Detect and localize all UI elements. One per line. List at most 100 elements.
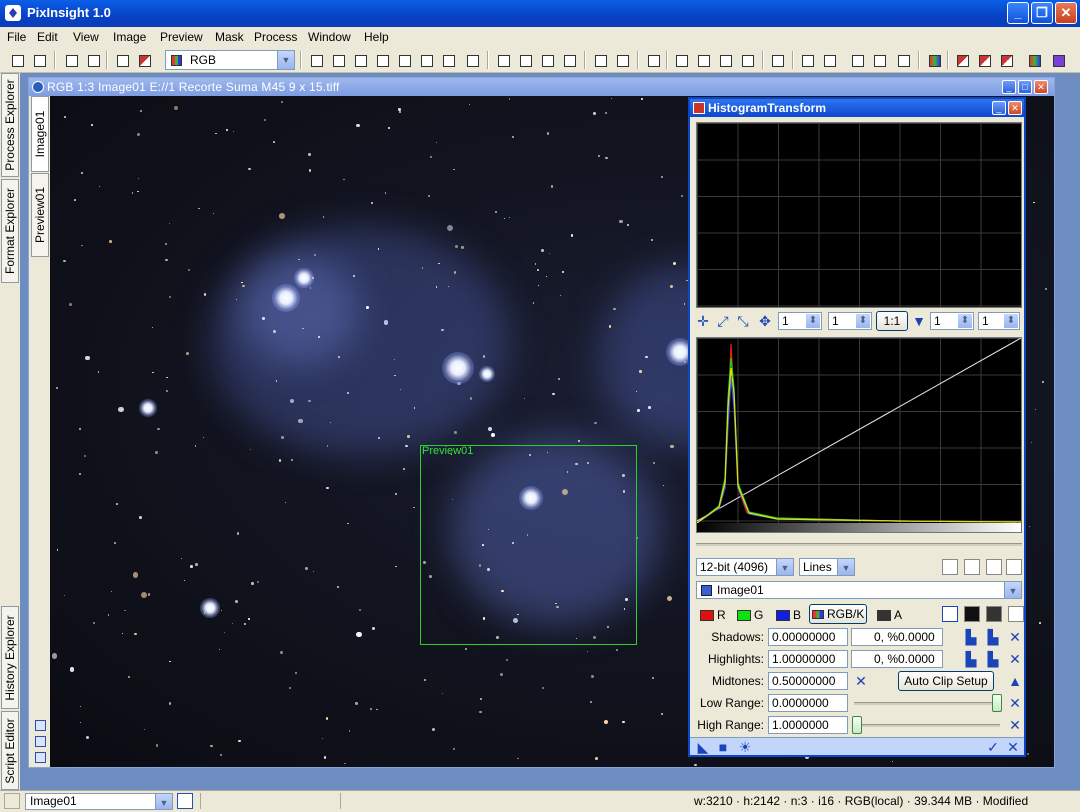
log-scale-icon[interactable] — [942, 559, 958, 575]
high-range-slider-thumb[interactable] — [852, 716, 862, 734]
tab-preview01[interactable]: Preview01 — [31, 173, 49, 257]
shadows-input[interactable]: 0.00000000 — [768, 628, 848, 646]
tab-history-explorer[interactable]: History Explorer — [1, 606, 19, 709]
view-option-icon[interactable] — [35, 736, 46, 747]
reset-icon[interactable]: ✕ — [1004, 738, 1022, 756]
new-instance-icon[interactable]: ◣ — [694, 738, 712, 756]
zoom-reset-icon[interactable]: ⤡ — [734, 312, 752, 330]
menu-preview[interactable]: Preview — [160, 30, 203, 44]
reset-midtones-icon[interactable]: ✕ — [852, 672, 870, 690]
input-zoom-y-spinner[interactable]: 1 — [978, 312, 1020, 330]
channel-g-toggle[interactable]: G — [754, 608, 763, 622]
mask-select-icon[interactable] — [694, 51, 712, 69]
pan-icon[interactable] — [395, 51, 413, 69]
channel-red-icon[interactable] — [953, 51, 971, 69]
auto-highlights-all-icon[interactable]: ▙ — [984, 650, 1002, 668]
mirror-vertical-icon[interactable] — [613, 51, 631, 69]
auto-shadows-all-icon[interactable]: ▙ — [984, 628, 1002, 646]
readout-icon[interactable] — [463, 51, 481, 69]
preview-black-icon[interactable] — [964, 606, 980, 622]
channel-split-icon[interactable] — [1025, 51, 1043, 69]
channel-blue-icon[interactable] — [997, 51, 1015, 69]
arrow-up-icon[interactable]: ▲ — [1006, 672, 1024, 690]
maximize-button[interactable]: ❐ — [1031, 2, 1053, 24]
invert-icon[interactable] — [135, 51, 153, 69]
histogram-title-bar[interactable]: HistogramTransform _ ✕ — [690, 99, 1024, 117]
close-button[interactable]: ✕ — [1055, 2, 1077, 24]
rgb-channels-icon[interactable] — [925, 51, 943, 69]
reset-high-range-icon[interactable]: ✕ — [1006, 716, 1024, 734]
histogram-close-button[interactable]: ✕ — [1008, 101, 1022, 115]
reset-low-range-icon[interactable]: ✕ — [1006, 694, 1024, 712]
channel-rgbk-toggle[interactable]: RGB/K — [809, 604, 867, 624]
crosshair-icon[interactable] — [307, 51, 325, 69]
edit-preview-icon[interactable] — [439, 51, 457, 69]
rotate-right-icon[interactable] — [516, 51, 534, 69]
arrow-down-icon[interactable]: ▼ — [910, 312, 928, 330]
crop-icon[interactable] — [644, 51, 662, 69]
channel-b-toggle[interactable]: B — [793, 608, 801, 622]
zoom-in-icon[interactable] — [942, 606, 958, 622]
highlights-input[interactable]: 1.00000000 — [768, 650, 848, 668]
apply-checkmark-icon[interactable]: ✓ — [984, 738, 1002, 756]
crosshair-icon[interactable]: ✛ — [694, 312, 712, 330]
align-right-icon[interactable] — [820, 51, 838, 69]
auto-clip-setup-button[interactable]: Auto Clip Setup — [898, 671, 994, 691]
preview-rectangle[interactable]: Preview01 — [420, 445, 637, 645]
color-mode-select[interactable]: RGB ▼ — [165, 50, 295, 70]
mask-invert-icon[interactable] — [738, 51, 756, 69]
apply-global-icon[interactable]: ■ — [714, 738, 732, 756]
view-select[interactable]: Image01 ▼ — [696, 581, 1022, 599]
view-option-icon[interactable] — [35, 720, 46, 731]
preview-white-icon[interactable] — [1008, 606, 1024, 622]
histogram-minimize-button[interactable]: _ — [992, 101, 1006, 115]
menu-file[interactable]: File — [7, 30, 26, 44]
menu-view[interactable]: View — [73, 30, 99, 44]
channel-green-icon[interactable] — [975, 51, 993, 69]
auto-highlights-icon[interactable]: ▙ — [962, 650, 980, 668]
image-info-icon[interactable] — [177, 793, 193, 809]
reset-highlights-icon[interactable]: ✕ — [1006, 650, 1024, 668]
input-histogram-plot[interactable] — [696, 337, 1022, 533]
menu-mask[interactable]: Mask — [215, 30, 244, 44]
status-view-select[interactable]: Image01 ▼ — [25, 793, 173, 810]
tile-icon[interactable] — [848, 51, 866, 69]
image-minimize-button[interactable]: _ — [1002, 80, 1016, 94]
pan-icon[interactable]: ✥ — [756, 312, 774, 330]
flip-icon[interactable] — [560, 51, 578, 69]
channel-r-toggle[interactable]: R — [717, 608, 726, 622]
high-range-input[interactable]: 1.0000000 — [768, 716, 848, 734]
menu-help[interactable]: Help — [364, 30, 389, 44]
rotate-180-icon[interactable] — [538, 51, 556, 69]
align-left-icon[interactable] — [798, 51, 816, 69]
zoom-out-icon[interactable] — [373, 51, 391, 69]
clone-icon[interactable] — [768, 51, 786, 69]
rotate-left-icon[interactable] — [494, 51, 512, 69]
cascade-icon[interactable] — [870, 51, 888, 69]
cumulative-icon[interactable] — [964, 559, 980, 575]
zoom-x-spinner[interactable]: 1 — [778, 312, 822, 330]
reset-shadows-icon[interactable]: ✕ — [1006, 628, 1024, 646]
image-maximize-button[interactable]: □ — [1018, 80, 1032, 94]
view-option-icon[interactable] — [35, 752, 46, 763]
zoom-in-icon[interactable] — [351, 51, 369, 69]
zoom-fit-icon[interactable] — [329, 51, 347, 69]
tab-process-explorer[interactable]: Process Explorer — [1, 73, 19, 177]
mask-new-icon[interactable] — [672, 51, 690, 69]
output-histogram-plot[interactable] — [696, 122, 1022, 308]
mirror-horizontal-icon[interactable] — [591, 51, 609, 69]
arrange-icon[interactable] — [894, 51, 912, 69]
statistics-icon[interactable] — [62, 51, 80, 69]
zoom-fit-icon[interactable]: ⤢ — [714, 312, 732, 330]
tab-image01[interactable]: Image01 — [31, 96, 49, 172]
graph-style-select[interactable]: Lines ▼ — [799, 558, 855, 576]
minimize-button[interactable]: _ — [1007, 2, 1029, 24]
redo-icon[interactable] — [30, 51, 48, 69]
tab-script-editor[interactable]: Script Editor — [1, 711, 19, 790]
undo-icon[interactable] — [8, 51, 26, 69]
image-close-button[interactable]: ✕ — [1034, 80, 1048, 94]
menu-process[interactable]: Process — [254, 30, 297, 44]
preview-dark-icon[interactable] — [986, 606, 1002, 622]
channel-a-toggle[interactable]: A — [894, 608, 902, 622]
grid-icon[interactable] — [1006, 559, 1022, 575]
